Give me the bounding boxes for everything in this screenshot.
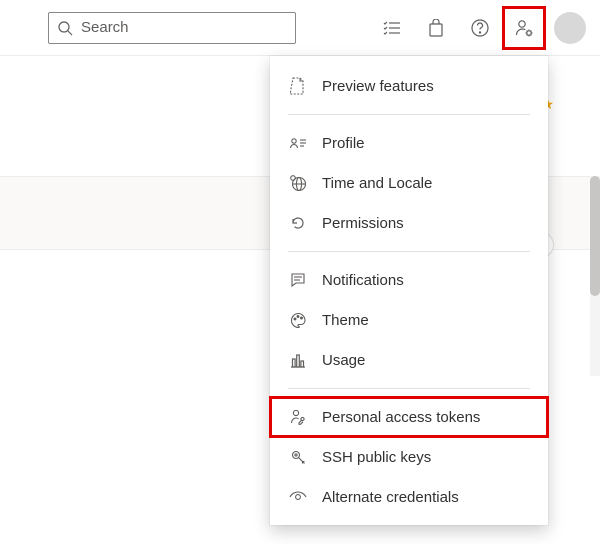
menu-item-theme[interactable]: Theme (270, 300, 548, 340)
globe-icon (288, 173, 308, 193)
scrollbar-thumb[interactable] (590, 176, 600, 296)
menu-item-label: SSH public keys (322, 449, 431, 466)
menu-divider (288, 114, 530, 115)
person-key-icon (288, 407, 308, 427)
menu-item-label: Usage (322, 352, 365, 369)
palette-icon (288, 310, 308, 330)
menu-item-label: Preview features (322, 78, 434, 95)
key-icon (288, 447, 308, 467)
menu-item-time-locale[interactable]: Time and Locale (270, 163, 548, 203)
menu-item-label: Profile (322, 135, 365, 152)
search-input[interactable]: Search (48, 12, 296, 44)
top-bar: Search (0, 0, 600, 56)
menu-item-label: Theme (322, 312, 369, 329)
help-icon[interactable] (458, 6, 502, 50)
menu-item-label: Time and Locale (322, 175, 432, 192)
user-settings-menu: Preview features Profile Time and Locale (270, 56, 548, 525)
shopping-bag-icon (427, 19, 445, 37)
menu-divider (288, 388, 530, 389)
menu-item-usage[interactable]: Usage (270, 340, 548, 380)
person-gear-icon (514, 18, 534, 38)
work-items-icon[interactable] (370, 6, 414, 50)
avatar[interactable] (554, 12, 586, 44)
menu-item-alternate-credentials[interactable]: Alternate credentials (270, 477, 548, 517)
menu-item-label: Permissions (322, 215, 404, 232)
user-settings-button[interactable] (502, 6, 546, 50)
menu-item-label: Alternate credentials (322, 489, 459, 506)
search-placeholder: Search (81, 19, 129, 36)
menu-item-preview-features[interactable]: Preview features (270, 66, 548, 106)
menu-item-notifications[interactable]: Notifications (270, 260, 548, 300)
chat-icon (288, 270, 308, 290)
search-icon (57, 20, 73, 36)
menu-divider (288, 251, 530, 252)
eye-icon (288, 487, 308, 507)
menu-item-permissions[interactable]: Permissions (270, 203, 548, 243)
bar-chart-icon (288, 350, 308, 370)
refresh-icon (288, 213, 308, 233)
menu-item-profile[interactable]: Profile (270, 123, 548, 163)
marketplace-icon[interactable] (414, 6, 458, 50)
menu-item-personal-access-tokens[interactable]: Personal access tokens (270, 397, 548, 437)
list-icon (383, 19, 401, 37)
document-icon (288, 76, 308, 96)
menu-item-label: Notifications (322, 272, 404, 289)
person-card-icon (288, 133, 308, 153)
question-icon (471, 19, 489, 37)
menu-item-ssh-keys[interactable]: SSH public keys (270, 437, 548, 477)
menu-item-label: Personal access tokens (322, 409, 480, 426)
